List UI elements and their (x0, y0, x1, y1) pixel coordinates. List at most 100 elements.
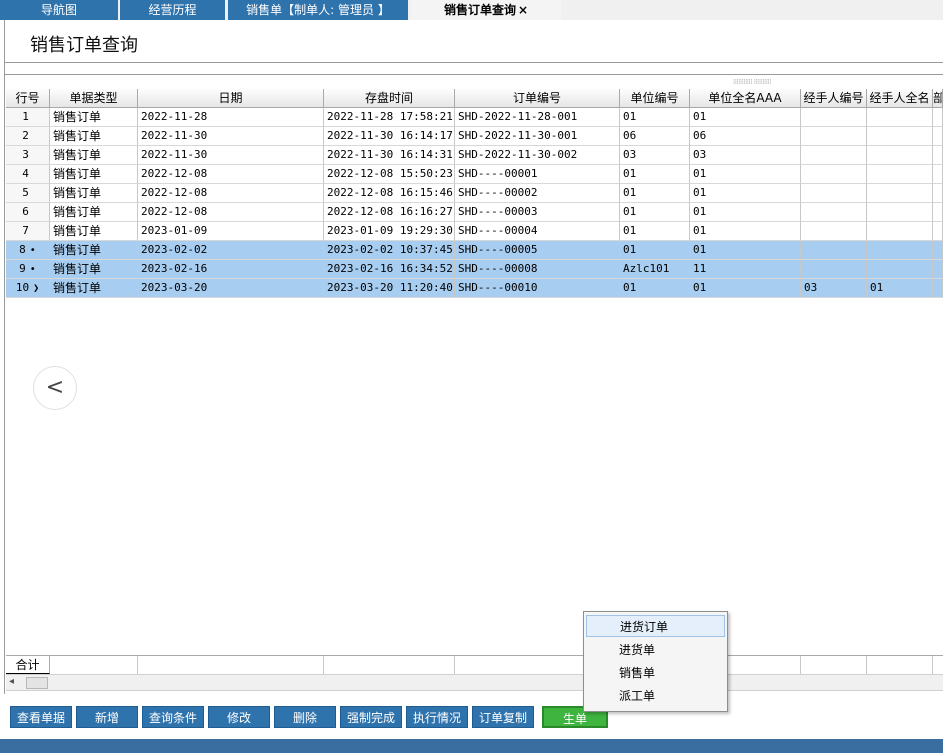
table-row[interactable]: 6 销售订单 2022-12-08 2022-12-08 16:16:27 SHD---… (6, 203, 943, 222)
handler-name-cell[interactable] (867, 127, 933, 146)
unit-number-cell[interactable]: 01 (620, 108, 690, 127)
col-header-unit-number[interactable]: 单位编号 (620, 89, 690, 108)
menu-item-work-order[interactable]: 派工单 (586, 685, 725, 707)
more-cell[interactable] (933, 203, 943, 222)
handler-number-cell[interactable] (801, 203, 867, 222)
handler-number-cell[interactable] (801, 260, 867, 279)
handler-name-cell[interactable] (867, 165, 933, 184)
unit-number-cell[interactable]: 01 (620, 184, 690, 203)
grid-empty-area[interactable] (6, 317, 943, 655)
more-cell[interactable] (933, 108, 943, 127)
close-icon[interactable]: × (518, 3, 528, 17)
handler-number-cell[interactable] (801, 146, 867, 165)
date-cell[interactable]: 2023-02-16 (138, 260, 324, 279)
handler-name-cell[interactable] (867, 108, 933, 127)
unit-number-cell[interactable]: 01 (620, 279, 690, 298)
row-number-cell[interactable]: 10 ❯ (6, 279, 50, 298)
copy-order-button[interactable]: 订单复制 (472, 706, 534, 728)
table-row[interactable]: 1 销售订单 2022-11-28 2022-11-28 17:58:21 SHD-20… (6, 108, 943, 127)
saved-time-cell[interactable]: 2022-12-08 16:15:46 (324, 184, 455, 203)
saved-time-cell[interactable]: 2022-12-08 16:16:27 (324, 203, 455, 222)
row-number-cell[interactable]: 1 (6, 108, 50, 127)
doc-type-cell[interactable]: 销售订单 (50, 279, 138, 298)
table-row[interactable]: 4 销售订单 2022-12-08 2022-12-08 15:50:23 SHD---… (6, 165, 943, 184)
order-number-cell[interactable]: SHD----00003 (455, 203, 620, 222)
unit-name-cell[interactable]: 01 (690, 184, 801, 203)
order-number-cell[interactable]: SHD----00005 (455, 241, 620, 260)
doc-type-cell[interactable]: 销售订单 (50, 165, 138, 184)
unit-name-cell[interactable]: 01 (690, 241, 801, 260)
handler-number-cell[interactable] (801, 184, 867, 203)
handler-name-cell[interactable] (867, 260, 933, 279)
date-cell[interactable]: 2022-12-08 (138, 203, 324, 222)
menu-item-purchase-order[interactable]: 进货订单 (586, 615, 725, 637)
order-number-cell[interactable]: SHD-2022-11-30-002 (455, 146, 620, 165)
doc-type-cell[interactable]: 销售订单 (50, 222, 138, 241)
saved-time-cell[interactable]: 2022-11-30 16:14:17 (324, 127, 455, 146)
more-cell[interactable] (933, 279, 943, 298)
order-number-cell[interactable]: SHD-2022-11-30-001 (455, 127, 620, 146)
tab-sales-slip[interactable]: 销售单【制单人: 管理员 】 (228, 0, 408, 20)
date-cell[interactable]: 2022-11-30 (138, 127, 324, 146)
more-cell[interactable] (933, 222, 943, 241)
saved-time-cell[interactable]: 2023-03-20 11:20:40 (324, 279, 455, 298)
col-header-saved-time[interactable]: 存盘时间 (324, 89, 455, 108)
add-button[interactable]: 新增 (76, 706, 138, 728)
col-header-doc-type[interactable]: 单据类型 (50, 89, 138, 108)
force-complete-button[interactable]: 强制完成 (340, 706, 402, 728)
order-number-cell[interactable]: SHD-2022-11-28-001 (455, 108, 620, 127)
unit-name-cell[interactable]: 01 (690, 203, 801, 222)
saved-time-cell[interactable]: 2023-02-02 10:37:45 (324, 241, 455, 260)
saved-time-cell[interactable]: 2023-02-16 16:34:52 (324, 260, 455, 279)
handler-name-cell[interactable] (867, 184, 933, 203)
unit-number-cell[interactable]: 03 (620, 146, 690, 165)
table-row[interactable]: 7 销售订单 2023-01-09 2023-01-09 19:29:30 SHD---… (6, 222, 943, 241)
more-cell[interactable] (933, 241, 943, 260)
unit-number-cell[interactable]: 01 (620, 241, 690, 260)
unit-name-cell[interactable]: 01 (690, 108, 801, 127)
unit-number-cell[interactable]: 01 (620, 165, 690, 184)
date-cell[interactable]: 2022-12-08 (138, 165, 324, 184)
unit-number-cell[interactable]: Azlc101 (620, 260, 690, 279)
table-row[interactable]: 3 销售订单 2022-11-30 2022-11-30 16:14:31 SHD-20… (6, 146, 943, 165)
saved-time-cell[interactable]: 2022-12-08 15:50:23 (324, 165, 455, 184)
query-conditions-button[interactable]: 查询条件 (142, 706, 204, 728)
row-number-cell[interactable]: 6 (6, 203, 50, 222)
tab-business-history[interactable]: 经营历程 (120, 0, 225, 20)
date-cell[interactable]: 2023-02-02 (138, 241, 324, 260)
table-row[interactable]: 10 ❯ 销售订单 2023-03-20 2023-03-20 11:20:40 SHD-… (6, 279, 943, 298)
row-number-cell[interactable]: 2 (6, 127, 50, 146)
doc-type-cell[interactable]: 销售订单 (50, 146, 138, 165)
unit-name-cell[interactable]: 01 (690, 279, 801, 298)
handler-name-cell[interactable] (867, 241, 933, 260)
resize-grip[interactable]: ⁞⁞⁞⁞⁞⁞⁞⁞⁞⁞⁞ ⁞⁞⁞⁞⁞⁞⁞⁞⁞⁞ (733, 78, 771, 86)
order-number-cell[interactable]: SHD----00002 (455, 184, 620, 203)
col-header-handler-name[interactable]: 经手人全名 (867, 89, 933, 108)
chevron-left-icon[interactable]: < (33, 366, 77, 410)
row-number-cell[interactable]: 9 • (6, 260, 50, 279)
row-number-cell[interactable]: 5 (6, 184, 50, 203)
order-number-cell[interactable]: SHD----00008 (455, 260, 620, 279)
more-cell[interactable] (933, 146, 943, 165)
col-header-row-number[interactable]: 行号 (6, 89, 50, 108)
edit-button[interactable]: 修改 (208, 706, 270, 728)
handler-number-cell[interactable] (801, 165, 867, 184)
order-number-cell[interactable]: SHD----00001 (455, 165, 620, 184)
date-cell[interactable]: 2022-12-08 (138, 184, 324, 203)
handler-name-cell[interactable]: 01 (867, 279, 933, 298)
unit-name-cell[interactable]: 06 (690, 127, 801, 146)
tab-sales-order-query[interactable]: 销售订单查询 × (411, 0, 561, 20)
more-cell[interactable] (933, 184, 943, 203)
doc-type-cell[interactable]: 销售订单 (50, 241, 138, 260)
col-header-order-number[interactable]: 订单编号 (455, 89, 620, 108)
doc-type-cell[interactable]: 销售订单 (50, 127, 138, 146)
date-cell[interactable]: 2023-03-20 (138, 279, 324, 298)
unit-name-cell[interactable]: 01 (690, 222, 801, 241)
col-header-unit-name[interactable]: 单位全名AAA (690, 89, 801, 108)
unit-name-cell[interactable]: 03 (690, 146, 801, 165)
order-number-cell[interactable]: SHD----00010 (455, 279, 620, 298)
row-number-cell[interactable]: 8 • (6, 241, 50, 260)
date-cell[interactable]: 2023-01-09 (138, 222, 324, 241)
date-cell[interactable]: 2022-11-30 (138, 146, 324, 165)
table-row[interactable]: 5 销售订单 2022-12-08 2022-12-08 16:15:46 SHD---… (6, 184, 943, 203)
